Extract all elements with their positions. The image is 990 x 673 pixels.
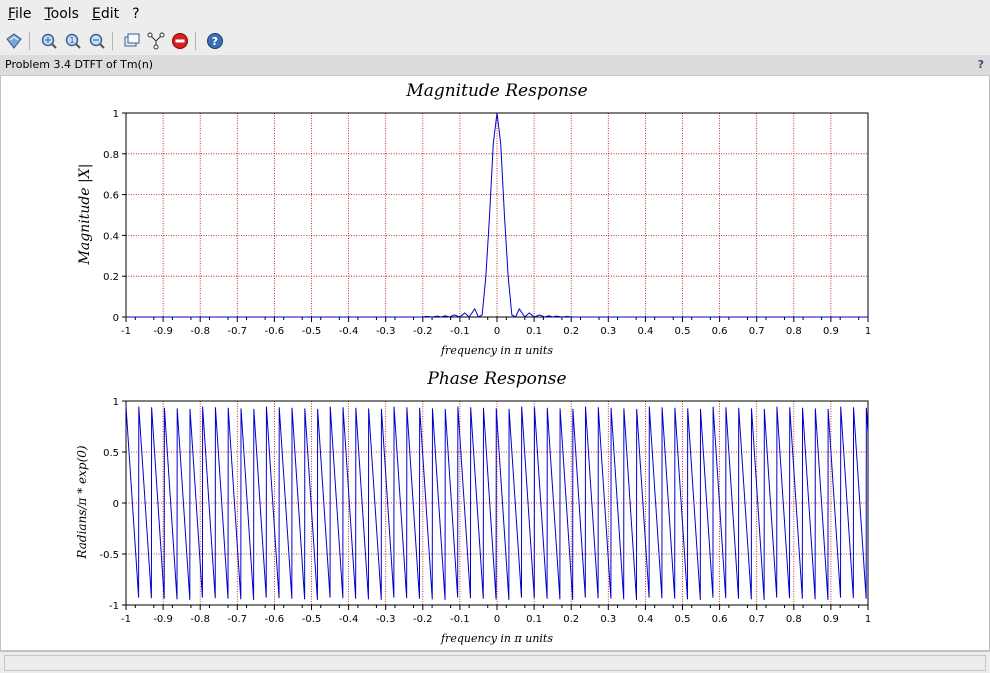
- x-tick-label: -0.9: [153, 614, 173, 625]
- x-tick-label: -0.8: [190, 614, 210, 625]
- x-tick-label: 0.5: [675, 614, 691, 625]
- status-bar: [0, 651, 990, 673]
- x-tick-label: -0.7: [228, 326, 248, 337]
- plot-canvas: Magnitude Response frequency in π units …: [0, 76, 990, 651]
- x-tick-label: 0.1: [526, 326, 542, 337]
- y-tick-label: 0: [113, 313, 119, 324]
- x-tick-label: -0.4: [339, 614, 359, 625]
- magnitude-xlabel: frequency in π units: [440, 344, 553, 357]
- phase-ylabel: Radians/π * exp(0): [75, 445, 89, 559]
- x-tick-label: 0.1: [526, 614, 542, 625]
- datatip-icon[interactable]: [4, 31, 24, 51]
- phase-title: Phase Response: [426, 369, 566, 389]
- menu-tools[interactable]: Tools: [39, 6, 84, 22]
- x-tick-label: -0.8: [190, 326, 210, 337]
- x-tick-label: 0.6: [712, 326, 728, 337]
- phase-yticks: -1 -0.5 0 0.5 1: [99, 397, 126, 612]
- x-tick-label: -0.3: [376, 326, 396, 337]
- x-tick-label: -0.4: [339, 326, 359, 337]
- x-tick-label: 0.8: [786, 614, 802, 625]
- y-tick-label: 0: [113, 499, 119, 510]
- x-tick-label: 0.2: [563, 614, 579, 625]
- x-tick-label: -1: [121, 326, 131, 337]
- rotate-icon[interactable]: [122, 31, 142, 51]
- x-tick-label: -0.7: [228, 614, 248, 625]
- y-tick-label: 0.5: [103, 448, 119, 459]
- x-tick-label: 0.7: [749, 614, 765, 625]
- phase-xlabel: frequency in π units: [440, 632, 553, 645]
- x-tick-label: -0.6: [265, 326, 285, 337]
- y-tick-label: 0.8: [103, 150, 119, 161]
- x-tick-label: 0.3: [600, 614, 616, 625]
- phase-xticks: -1 -0.9 -0.8 -0.7 -0.6 -0.5 -0.4 -0.3 -0.2 -0.1 0 0…: [121, 605, 871, 625]
- help-icon[interactable]: ?: [205, 31, 225, 51]
- magnitude-plot: Magnitude Response frequency in π units …: [77, 81, 871, 357]
- figure-info-bar: Problem 3.4 DTFT of Tm(n) ?: [0, 55, 990, 76]
- x-tick-label: 0: [494, 614, 500, 625]
- magnitude-yticks: 0 0.2 0.4 0.6 0.8 1: [103, 109, 126, 324]
- x-tick-label: 0: [494, 326, 500, 337]
- magnitude-ylabel: Magnitude |X|: [77, 164, 93, 266]
- status-field: [4, 655, 986, 671]
- y-tick-label: 1: [113, 397, 119, 408]
- toolbar: 1 ?: [0, 27, 990, 56]
- magnitude-grid: [126, 113, 868, 317]
- unzoom-icon[interactable]: [87, 31, 107, 51]
- y-tick-label: 0.4: [103, 231, 119, 242]
- x-tick-label: 0.6: [712, 614, 728, 625]
- x-tick-label: 0.3: [600, 326, 616, 337]
- menu-file[interactable]: File: [3, 6, 36, 22]
- x-tick-label: 1: [865, 326, 871, 337]
- magnitude-xticks: -1 -0.9 -0.8 -0.7 -0.6 -0.5 -0.4 -0.3 -0.2 -0.1 0 0…: [121, 317, 871, 337]
- menu-bar: File Tools Edit ?: [0, 0, 990, 27]
- toolbar-separator: [195, 32, 196, 50]
- y-tick-label: 1: [113, 109, 119, 120]
- x-tick-label: 0.5: [675, 326, 691, 337]
- phase-plot: Phase Response frequency in π units Radi…: [75, 369, 871, 645]
- zoom-region-icon[interactable]: 1: [63, 31, 83, 51]
- x-tick-label: 0.9: [823, 614, 839, 625]
- svg-text:?: ?: [212, 35, 218, 48]
- menu-edit[interactable]: Edit: [87, 6, 124, 22]
- y-tick-label: -1: [109, 601, 119, 612]
- figure-title: Problem 3.4 DTFT of Tm(n): [5, 58, 154, 71]
- plots-svg: Magnitude Response frequency in π units …: [75, 81, 871, 645]
- phase-grid: [126, 401, 868, 605]
- y-tick-label: 0.6: [103, 191, 119, 202]
- x-tick-label: 0.7: [749, 326, 765, 337]
- x-tick-label: -0.1: [450, 326, 470, 337]
- x-tick-label: -1: [121, 614, 131, 625]
- x-tick-label: -0.5: [302, 326, 322, 337]
- x-tick-label: 0.8: [786, 326, 802, 337]
- magnitude-title: Magnitude Response: [405, 81, 587, 101]
- x-tick-label: -0.2: [413, 326, 433, 337]
- svg-text:1: 1: [70, 36, 75, 45]
- x-tick-label: 0.9: [823, 326, 839, 337]
- x-tick-label: -0.3: [376, 614, 396, 625]
- help-question-mark[interactable]: ?: [978, 55, 984, 75]
- toolbar-separator: [112, 32, 113, 50]
- x-tick-label: 0.2: [563, 326, 579, 337]
- y-tick-label: 0.2: [103, 272, 119, 283]
- x-tick-label: 1: [865, 614, 871, 625]
- x-tick-label: -0.6: [265, 614, 285, 625]
- x-tick-label: -0.2: [413, 614, 433, 625]
- x-tick-label: 0.4: [637, 326, 653, 337]
- x-tick-label: -0.9: [153, 326, 173, 337]
- x-tick-label: 0.4: [637, 614, 653, 625]
- toolbar-separator: [29, 32, 30, 50]
- graph-icon[interactable]: [146, 31, 166, 51]
- x-tick-label: -0.1: [450, 614, 470, 625]
- menu-help[interactable]: ?: [127, 6, 144, 22]
- y-tick-label: -0.5: [99, 550, 119, 561]
- zoom-icon[interactable]: [39, 31, 59, 51]
- x-tick-label: -0.5: [302, 614, 322, 625]
- stop-icon[interactable]: [170, 31, 190, 51]
